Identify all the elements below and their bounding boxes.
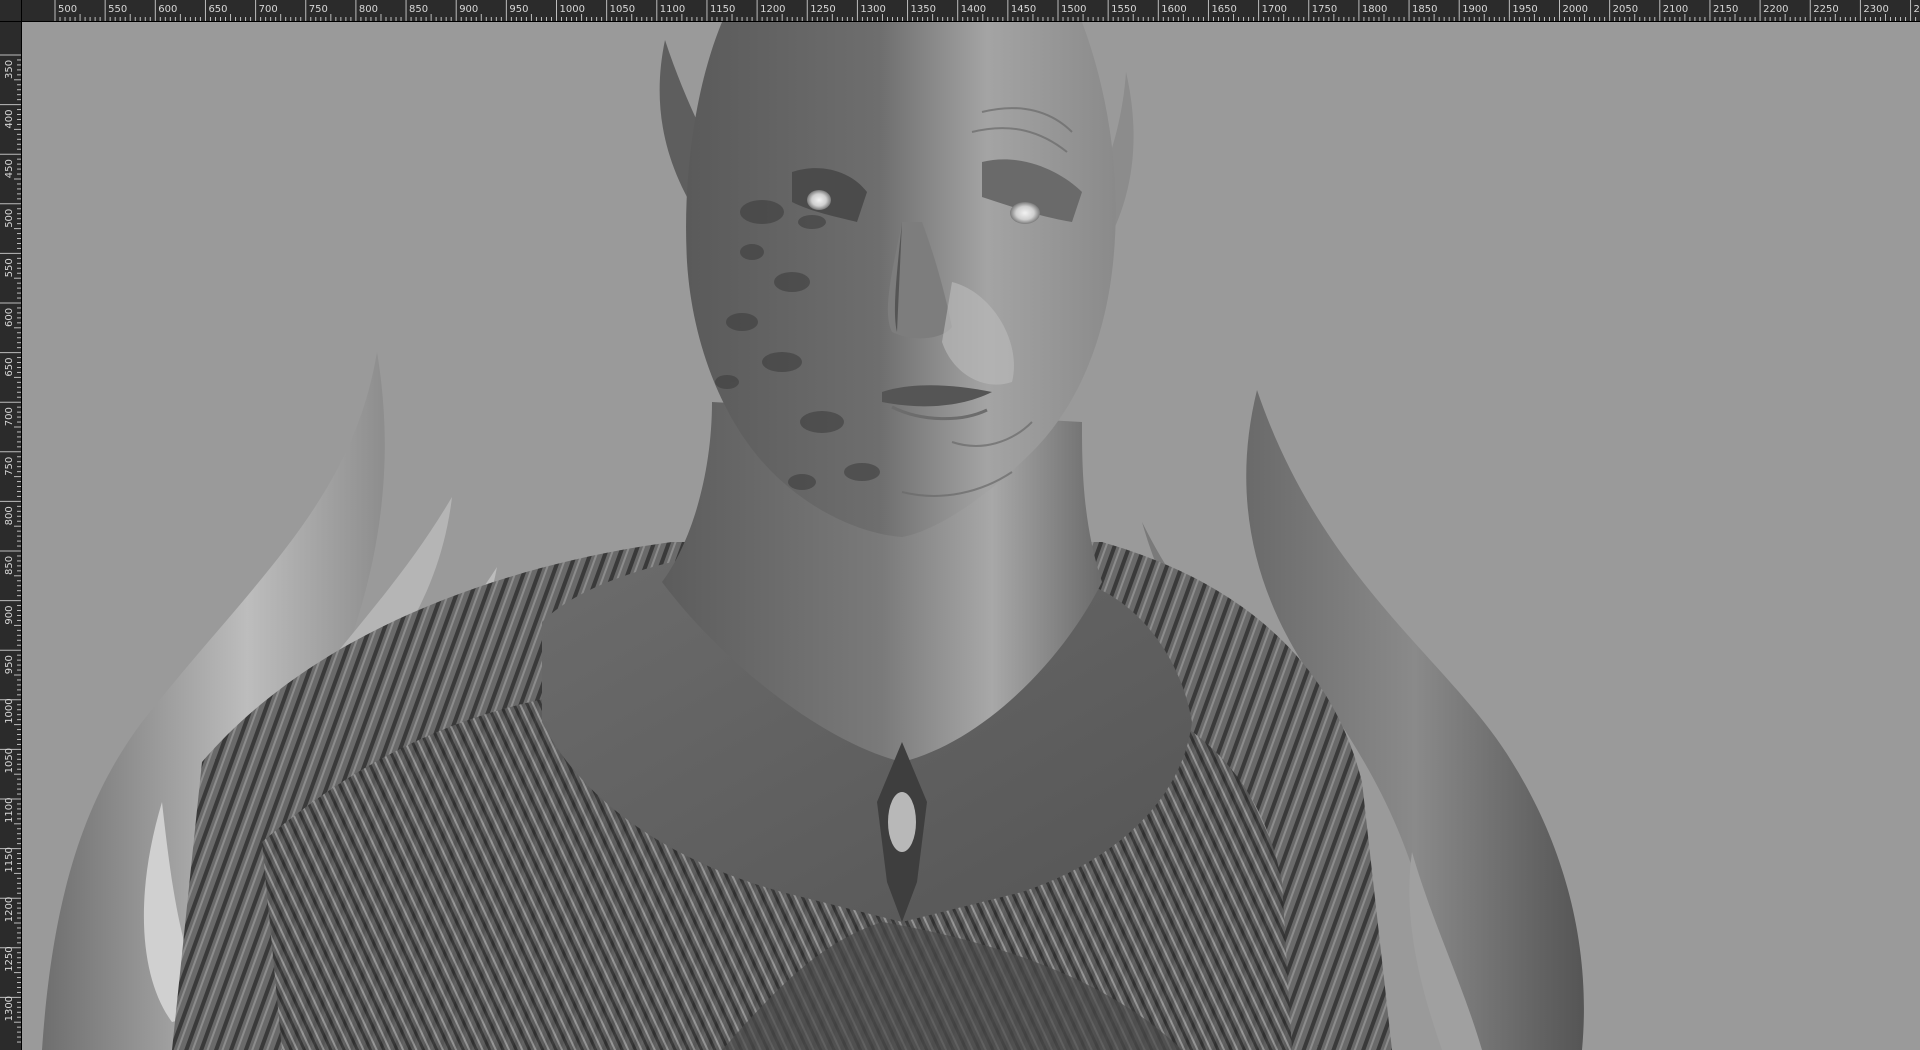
ruler-label: 2050 — [1613, 4, 1638, 15]
ruler-label: 350 — [4, 60, 15, 79]
ruler-label: 550 — [108, 4, 127, 15]
ruler-label: 1950 — [1512, 4, 1537, 15]
ruler-label: 1300 — [4, 996, 15, 1021]
ruler-label: 1250 — [4, 946, 15, 971]
ruler-label: 1200 — [4, 897, 15, 922]
ruler-label: 1300 — [860, 4, 885, 15]
ruler-label: 800 — [4, 506, 15, 525]
horizontal-ruler-ticks: 500 550 600 650 700 750 800 850 900 950 1000 1050 11… — [54, 0, 1920, 21]
ruler-label: 1400 — [961, 4, 986, 15]
ruler-label: 1600 — [1161, 4, 1186, 15]
ruler-label: 1200 — [760, 4, 785, 15]
ruler-label: 2150 — [1713, 4, 1738, 15]
ruler-label: 2250 — [1813, 4, 1838, 15]
ruler-label: 2350 — [1914, 4, 1920, 15]
ruler-label: 900 — [459, 4, 478, 15]
ruler-label: 1550 — [1111, 4, 1136, 15]
ruler-label: 600 — [4, 308, 15, 327]
document-canvas[interactable] — [22, 22, 1920, 1050]
ruler-label: 1250 — [810, 4, 835, 15]
ruler-corner[interactable] — [0, 0, 22, 22]
ruler-label: 1150 — [710, 4, 735, 15]
ruler-label: 1700 — [1262, 4, 1287, 15]
ruler-label: 1500 — [1061, 4, 1086, 15]
ruler-label: 1150 — [4, 847, 15, 872]
ruler-label: 2000 — [1563, 4, 1588, 15]
artwork-painting — [22, 22, 1920, 1050]
ruler-label: 650 — [208, 4, 227, 15]
ruler-label: 750 — [309, 4, 328, 15]
ruler-label: 500 — [58, 4, 77, 15]
image-editor-window: 500 550 600 650 700 750 800 850 900 950 1000 1050 11… — [0, 0, 1920, 1050]
ruler-label: 2100 — [1663, 4, 1688, 15]
ruler-label: 700 — [259, 4, 278, 15]
ruler-label: 750 — [4, 457, 15, 476]
ruler-label: 850 — [409, 4, 428, 15]
ruler-label: 1350 — [911, 4, 936, 15]
ruler-label: 1050 — [610, 4, 635, 15]
ruler-label: 950 — [509, 4, 528, 15]
ruler-label: 1650 — [1211, 4, 1236, 15]
ruler-label: 400 — [4, 110, 15, 129]
ruler-label: 1800 — [1362, 4, 1387, 15]
vertical-ruler-ticks: 350 400 450 500 550 600 650 700 750 800 850 900 950 1… — [0, 54, 21, 1043]
ruler-label: 1750 — [1312, 4, 1337, 15]
ruler-label: 900 — [4, 606, 15, 625]
ruler-label: 850 — [4, 556, 15, 575]
vertical-ruler[interactable]: 350 400 450 500 550 600 650 700 750 800 850 900 950 1… — [0, 22, 22, 1050]
ruler-label: 1000 — [560, 4, 585, 15]
ruler-label: 600 — [158, 4, 177, 15]
ruler-label: 1900 — [1462, 4, 1487, 15]
ruler-label: 500 — [4, 209, 15, 228]
ruler-label: 1850 — [1412, 4, 1437, 15]
ruler-label: 700 — [4, 407, 15, 426]
ruler-label: 1450 — [1011, 4, 1036, 15]
ruler-label: 450 — [4, 159, 15, 178]
ruler-label: 550 — [4, 258, 15, 277]
ruler-label: 2300 — [1863, 4, 1888, 15]
ruler-label: 1000 — [4, 698, 15, 723]
ruler-label: 650 — [4, 358, 15, 377]
ruler-label: 1050 — [4, 748, 15, 773]
ruler-label: 1100 — [660, 4, 685, 15]
ruler-label: 950 — [4, 655, 15, 674]
horizontal-ruler[interactable]: 500 550 600 650 700 750 800 850 900 950 1000 1050 11… — [22, 0, 1920, 22]
ruler-label: 800 — [359, 4, 378, 15]
ruler-label: 2200 — [1763, 4, 1788, 15]
ruler-label: 1100 — [4, 798, 15, 823]
